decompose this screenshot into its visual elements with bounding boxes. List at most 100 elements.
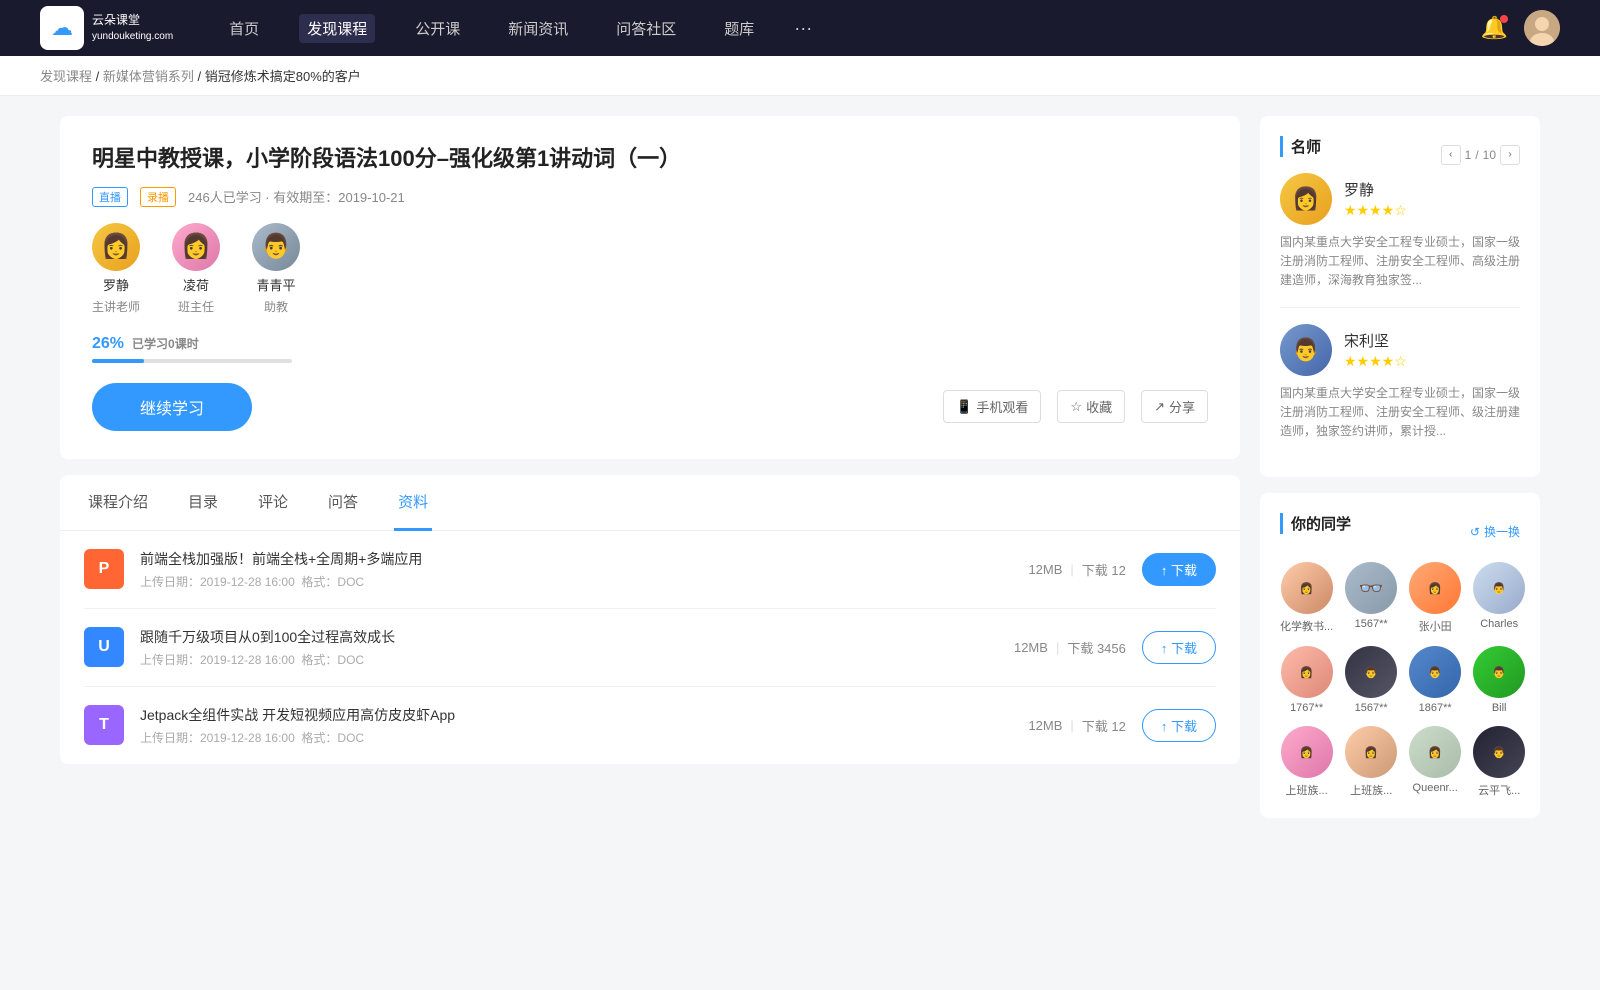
student-avatar-9: 👩	[1345, 726, 1397, 778]
action-row: 继续学习 📱 手机观看 ☆ 收藏 ↗ 分享	[92, 383, 1208, 431]
teacher-stars: ★★★★☆	[1344, 353, 1520, 370]
notification-dot	[1500, 15, 1508, 23]
student-name-11: 云平飞...	[1478, 782, 1520, 798]
breadcrumb-link-series[interactable]: 新媒体营销系列	[103, 69, 194, 84]
student-item: 👨 1567**	[1345, 646, 1397, 714]
resource-icon-u: U	[84, 627, 124, 667]
progress-sub: 已学习0课时	[132, 335, 199, 352]
logo[interactable]: ☁ 云朵课堂yundouketing.com	[40, 6, 173, 50]
student-item: 👩 1767**	[1280, 646, 1333, 714]
teacher-card-desc: 国内某重点大学安全工程专业硕士，国家一级注册消防工程师、注册安全工程师、级注册建…	[1280, 384, 1520, 442]
teacher-lj-role: 主讲老师	[92, 298, 140, 315]
download-button-1[interactable]: ↑ 下载	[1142, 631, 1216, 664]
resource-stats: 12MB | 下载 12	[1028, 716, 1125, 735]
teacher-card-desc: 国内某重点大学安全工程专业硕士，国家一级注册消防工程师、注册安全工程师、高级注册…	[1280, 233, 1520, 291]
download-button-0[interactable]: ↑ 下载	[1142, 553, 1216, 586]
course-header-card: 明星中教授课，小学阶段语法100分–强化级第1讲动词（一） 直播 录播 246人…	[60, 116, 1240, 459]
badge-record: 录播	[140, 187, 176, 207]
teacher-card-name: 罗静	[1344, 179, 1520, 200]
nav-right: 🔔	[1481, 10, 1560, 46]
continue-button[interactable]: 继续学习	[92, 383, 252, 431]
teacher-card-avatar-sy: 👨	[1280, 324, 1332, 376]
action-buttons: 📱 手机观看 ☆ 收藏 ↗ 分享	[943, 390, 1208, 423]
nav-discover[interactable]: 发现课程	[299, 14, 375, 43]
teachers-section-title: 名师	[1280, 136, 1321, 157]
teachers-prev-arrow[interactable]: ‹	[1441, 145, 1461, 165]
tab-catalog[interactable]: 目录	[184, 475, 222, 531]
content-area: 明星中教授课，小学阶段语法100分–强化级第1讲动词（一） 直播 录播 246人…	[60, 116, 1240, 834]
main-container: 明星中教授课，小学阶段语法100分–强化级第1讲动词（一） 直播 录播 246人…	[20, 96, 1580, 854]
student-item: 👨 Charles	[1473, 562, 1525, 634]
mobile-watch-button[interactable]: 📱 手机观看	[943, 390, 1041, 423]
download-button-2[interactable]: ↑ 下载	[1142, 709, 1216, 742]
student-name-6: 1867**	[1419, 702, 1452, 714]
course-meta-text: 246人已学习 · 有效期至：2019-10-21	[188, 187, 405, 206]
refresh-icon: ↺	[1470, 525, 1480, 539]
resource-meta: 上传日期：2019-12-28 16:00 格式：DOC	[140, 573, 1012, 590]
share-button[interactable]: ↗ 分享	[1141, 390, 1208, 423]
teacher-qqp-name: 青青平	[257, 275, 296, 294]
teacher-card-avatar-lj: 👩	[1280, 173, 1332, 225]
students-section-title: 你的同学	[1280, 513, 1351, 534]
resource-name: Jetpack全组件实战 开发短视频应用高仿皮皮虾App	[140, 705, 1012, 725]
tab-qa[interactable]: 问答	[324, 475, 362, 531]
student-avatar-2: 👩	[1409, 562, 1461, 614]
student-item: 👩 张小田	[1409, 562, 1461, 634]
resource-item: P 前端全栈加强版！前端全栈+全周期+多端应用 上传日期：2019-12-28 …	[84, 531, 1216, 609]
student-item: 👩 上班族...	[1345, 726, 1397, 798]
progress-section: 26% 已学习0课时	[92, 335, 1208, 363]
resource-info: 跟随千万级项目从0到100全过程高效成长 上传日期：2019-12-28 16:…	[140, 627, 998, 668]
student-avatar-1: 👓	[1345, 562, 1397, 614]
collect-button[interactable]: ☆ 收藏	[1057, 390, 1125, 423]
resource-stats: 12MB | 下载 3456	[1014, 638, 1126, 657]
nav-more[interactable]: ···	[794, 18, 812, 39]
tab-resource[interactable]: 资料	[394, 475, 432, 531]
student-item: 👩 上班族...	[1280, 726, 1333, 798]
teacher-lj: 👩 罗静 主讲老师	[92, 223, 140, 315]
teachers-next-arrow[interactable]: ›	[1500, 145, 1520, 165]
nav-public[interactable]: 公开课	[407, 14, 468, 43]
breadcrumb-link-discover[interactable]: 发现课程	[40, 69, 92, 84]
resource-item: T Jetpack全组件实战 开发短视频应用高仿皮皮虾App 上传日期：2019…	[84, 687, 1216, 764]
teachers-page: 1	[1465, 148, 1472, 162]
student-avatar-4: 👩	[1281, 646, 1333, 698]
student-name-7: Bill	[1492, 702, 1507, 714]
teacher-card-info: 宋利坚 ★★★★☆	[1344, 330, 1520, 370]
tab-review[interactable]: 评论	[254, 475, 292, 531]
teacher-card-name: 宋利坚	[1344, 330, 1520, 351]
teacher-card-lj: 👩 罗静 ★★★★☆ 国内某重点大学安全工程专业硕士，国家一级注册消防工程师、注…	[1280, 173, 1520, 291]
student-name-2: 张小田	[1419, 618, 1452, 634]
student-name-9: 上班族...	[1350, 782, 1392, 798]
teachers-total: 10	[1483, 148, 1496, 162]
student-name-10: Queenr...	[1413, 782, 1458, 794]
refresh-students-button[interactable]: ↺ 换一换	[1470, 523, 1520, 540]
nav-exam[interactable]: 题库	[716, 14, 762, 43]
nav-qa[interactable]: 问答社区	[608, 14, 684, 43]
nav-home[interactable]: 首页	[221, 14, 267, 43]
breadcrumb-current: 销冠修炼术搞定80%的客户	[205, 69, 361, 84]
mobile-icon: 📱	[956, 399, 972, 415]
resource-info: 前端全栈加强版！前端全栈+全周期+多端应用 上传日期：2019-12-28 16…	[140, 549, 1012, 590]
teachers-nav: ‹ 1/10 ›	[1441, 145, 1520, 165]
student-item: 👩 Queenr...	[1409, 726, 1461, 798]
progress-bar-fill	[92, 359, 144, 363]
student-name-4: 1767**	[1290, 702, 1323, 714]
teacher-stars: ★★★★☆	[1344, 202, 1520, 219]
resource-list: P 前端全栈加强版！前端全栈+全周期+多端应用 上传日期：2019-12-28 …	[60, 531, 1240, 764]
student-item: 👨 云平飞...	[1473, 726, 1525, 798]
teacher-lh: 👩 凌荷 班主任	[172, 223, 220, 315]
tab-intro[interactable]: 课程介绍	[84, 475, 152, 531]
students-grid: 👩 化学教书... 👓 1567** 👩 张小田 👨 Charles 👩	[1280, 562, 1520, 798]
course-title: 明星中教授课，小学阶段语法100分–强化级第1讲动词（一）	[92, 144, 1208, 175]
student-item: 👨 1867**	[1409, 646, 1461, 714]
teacher-lj-avatar: 👩	[92, 223, 140, 271]
user-avatar[interactable]	[1524, 10, 1560, 46]
nav-news[interactable]: 新闻资讯	[500, 14, 576, 43]
notification-bell[interactable]: 🔔	[1481, 15, 1508, 41]
student-name-0: 化学教书...	[1280, 618, 1333, 634]
tabs-section: 课程介绍 目录 评论 问答 资料 P 前端全栈加强版！前端全栈+全周期+多端应用…	[60, 475, 1240, 764]
course-meta: 直播 录播 246人已学习 · 有效期至：2019-10-21	[92, 187, 1208, 207]
student-avatar-8: 👩	[1281, 726, 1333, 778]
student-avatar-7: 👨	[1473, 646, 1525, 698]
resource-icon-t: T	[84, 705, 124, 745]
